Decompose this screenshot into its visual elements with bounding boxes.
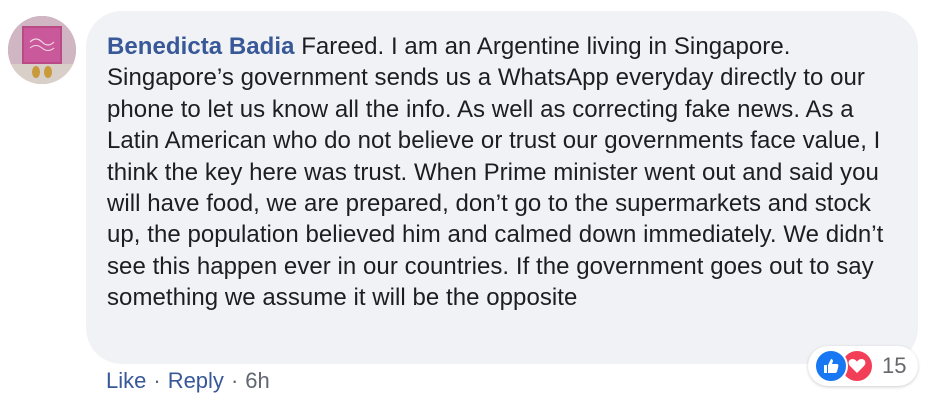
like-link[interactable]: Like — [106, 368, 146, 394]
reactions-summary[interactable]: 15 — [808, 346, 919, 386]
comment-body: Benedicta Badia Fareed. I am an Argentin… — [107, 31, 896, 314]
comment-actions: Like · Reply · 6h — [106, 368, 270, 394]
author-name-link[interactable]: Benedicta Badia — [107, 33, 294, 60]
comment-bubble: Benedicta Badia Fareed. I am an Argentin… — [86, 11, 918, 364]
timestamp-link[interactable]: 6h — [245, 368, 269, 394]
comment: Benedicta Badia Fareed. I am an Argentin… — [0, 0, 926, 414]
profile-avatar-icon — [8, 16, 76, 84]
reaction-count: 15 — [882, 353, 907, 378]
separator-dot: · — [153, 368, 161, 393]
like-reaction-icon — [814, 349, 848, 383]
comment-text: Fareed. I am an Argentine living in Sing… — [107, 33, 884, 312]
separator-dot: · — [230, 368, 239, 393]
reply-link[interactable]: Reply — [168, 368, 224, 394]
avatar[interactable] — [8, 16, 76, 84]
